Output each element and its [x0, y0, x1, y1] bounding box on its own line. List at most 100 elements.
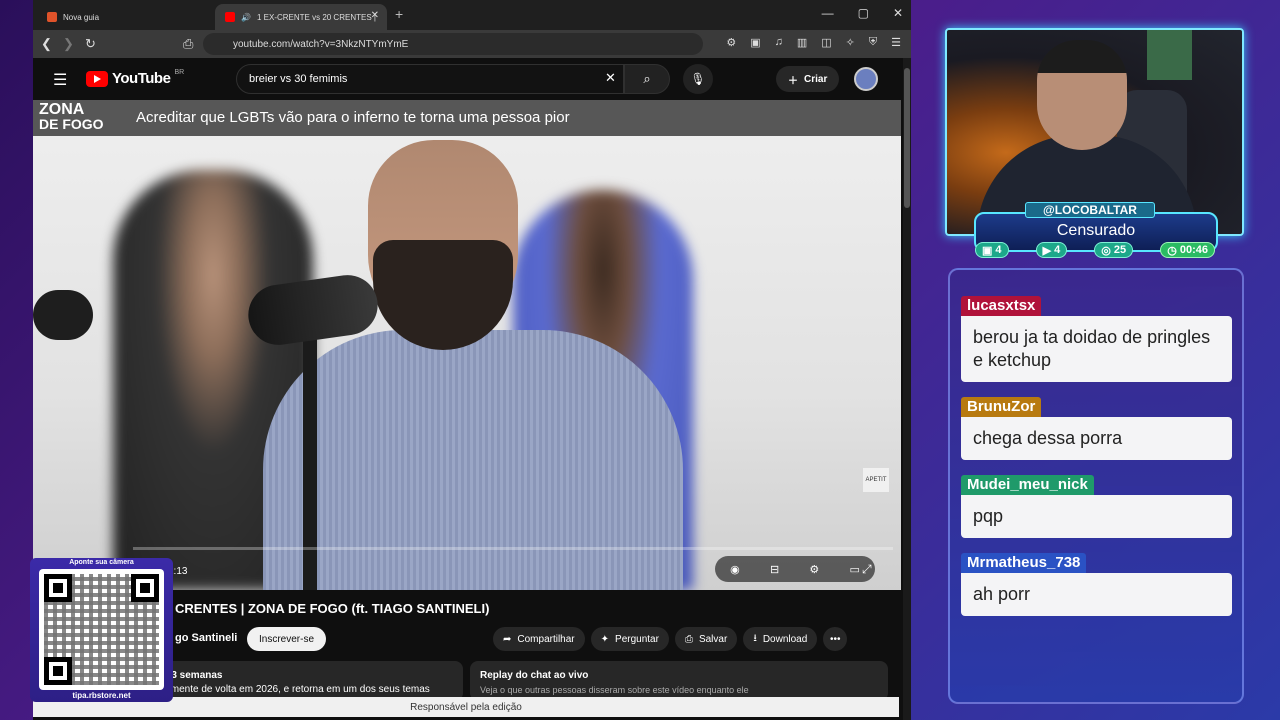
save-button[interactable]: ⎙ Salvar: [674, 627, 738, 651]
guide-menu-icon[interactable]: ☰: [53, 70, 67, 90]
tab-youtube-video[interactable]: 🔊 1 EX-CRENTE vs 20 CRENTES | ZON ✕: [215, 4, 387, 30]
create-button[interactable]: ＋ Criar: [776, 66, 840, 92]
subtitles-icon[interactable]: ⊟: [770, 563, 779, 576]
chat-username: Mrmatheus_738: [961, 553, 1087, 573]
stream-stats: ▣ 4 ▶ 4 ◎ 25 ◷ 00:46: [975, 242, 1215, 258]
toolbar-icons: ⚙ ▣ ♫ ▥ ◫ ✧ ⛨ ☰: [726, 36, 901, 49]
video-actions: ➦ Compartilhar ✦ Perguntar ⎙ Salvar ⭳ Do…: [493, 627, 848, 651]
chat-message: lucasxtsx berou ja ta doidao de pringles…: [961, 296, 1232, 382]
ask-button[interactable]: ✦ Perguntar: [590, 627, 669, 651]
download-icon: ⭳: [753, 632, 757, 644]
tab-label: 1 EX-CRENTE vs 20 CRENTES | ZON: [256, 12, 377, 22]
search-button[interactable]: ⌕: [624, 64, 670, 94]
twitch-icon: ▣: [982, 244, 993, 257]
chat-username: Mudei_meu_nick: [961, 475, 1094, 495]
close-tab-icon[interactable]: ✕: [371, 10, 379, 21]
description-box[interactable]: á 3 semanas almente de volta em 2026, e …: [153, 661, 463, 701]
microphone-stand: [303, 330, 317, 590]
extensions-icon[interactable]: ⚙: [726, 36, 736, 49]
avatar[interactable]: [854, 67, 878, 91]
video-player[interactable]: ZONA DE FOGO Acreditar que LGBTs vão par…: [33, 100, 901, 590]
clock-icon: ◷: [1167, 244, 1177, 257]
url-field[interactable]: youtube.com/watch?v=3NkzNTYmYmE: [203, 33, 703, 55]
video-topic-bar: ZONA DE FOGO Acreditar que LGBTs vão par…: [33, 100, 901, 136]
fullscreen-icon[interactable]: ⤢: [862, 562, 872, 577]
action-label: Perguntar: [615, 633, 659, 645]
logo-text: YouTube: [112, 70, 171, 87]
back-icon[interactable]: ❮: [41, 36, 52, 52]
url-text: youtube.com/watch?v=3NkzNTYmYmE: [233, 38, 409, 50]
search-icon: ⌕: [643, 71, 651, 86]
close-window-button[interactable]: ✕: [893, 6, 903, 20]
settings-icon[interactable]: ⚙: [809, 563, 819, 576]
bookmark-page-icon[interactable]: ⎙: [183, 36, 193, 52]
qr-url: tipa.rbstore.net: [72, 691, 131, 700]
qr-code-panel: Aponte sua câmera tipa.rbstore.net: [30, 558, 173, 702]
page-scrollbar[interactable]: [903, 58, 911, 720]
description-meta: á 3 semanas: [163, 670, 223, 681]
microphone-left: [33, 290, 93, 340]
minimize-button[interactable]: —: [822, 6, 834, 20]
player-controls: ◉ ⊟ ⚙ ▭: [715, 556, 875, 582]
streamer-handle: @LOCOBALTAR: [1025, 202, 1155, 218]
logo-line-1: ZONA: [39, 101, 85, 118]
stream-uptime: ◷ 00:46: [1160, 242, 1215, 258]
subscribe-button[interactable]: Inscrever-se: [247, 627, 327, 651]
brave-icon: [47, 12, 57, 22]
search-input[interactable]: breier vs 30 femimis: [236, 64, 624, 94]
theater-mode-icon[interactable]: ▭: [849, 563, 859, 576]
speaker-icon: 🔊: [241, 12, 251, 22]
channel-watermark[interactable]: APETIT: [863, 468, 889, 492]
autoplay-toggle-icon[interactable]: ◉: [730, 563, 740, 576]
new-tab-button[interactable]: +: [395, 6, 403, 22]
vpn-icon[interactable]: ⛨: [869, 36, 877, 49]
menu-icon[interactable]: ☰: [891, 36, 901, 49]
wallet-icon[interactable]: ◫: [821, 36, 831, 49]
action-label: Compartilhar: [517, 633, 575, 645]
screenshot-icon[interactable]: ▣: [750, 36, 760, 49]
twitch-viewers: ▣ 4: [975, 242, 1009, 258]
tab-bar: Nova guia 🔊 1 EX-CRENTE vs 20 CRENTES | …: [33, 0, 911, 30]
progress-bar[interactable]: [133, 547, 893, 550]
chat-replay-box[interactable]: Replay do chat ao vivo Veja o que outras…: [470, 661, 888, 701]
forward-icon[interactable]: ❯: [63, 36, 74, 52]
description-text: almente de volta em 2026, e retorna em u…: [163, 684, 430, 695]
maximize-button[interactable]: ▢: [858, 6, 869, 20]
leo-icon[interactable]: ✧: [846, 36, 855, 49]
chat-text: pqp: [961, 495, 1232, 538]
sidebar-icon[interactable]: ▥: [797, 36, 807, 49]
chat-username: BrunuZor: [961, 397, 1042, 417]
main-speaker: [263, 140, 683, 590]
youtube-logo[interactable]: YouTube BR: [86, 69, 185, 87]
stat-value: 4: [995, 244, 1002, 256]
stat-value: 25: [1113, 244, 1127, 256]
tab-nova-guia[interactable]: Nova guia: [37, 4, 211, 30]
voice-search-button[interactable]: 🎙: [683, 64, 713, 94]
clear-search-icon[interactable]: ✕: [605, 70, 616, 86]
youtube-icon: ▶: [1042, 244, 1052, 257]
share-icon: ➦: [503, 633, 512, 645]
reload-icon[interactable]: ↻: [85, 36, 96, 52]
channel-name[interactable]: go Santineli: [175, 632, 237, 644]
more-actions-button[interactable]: •••: [823, 627, 848, 651]
logo-line-2: DE FOGO: [39, 116, 104, 132]
action-label: Download: [762, 633, 808, 645]
more-icon: •••: [830, 633, 841, 645]
stat-value: 00:46: [1179, 244, 1208, 256]
download-button[interactable]: ⭳ Download: [743, 627, 818, 651]
chat-text: chega dessa porra: [961, 417, 1232, 460]
sparkle-icon: ✦: [600, 633, 610, 645]
chat-message: Mudei_meu_nick pqp: [961, 475, 1232, 538]
music-icon[interactable]: ♫: [775, 36, 783, 49]
chat-username: lucasxtsx: [961, 296, 1042, 316]
create-label: Criar: [804, 73, 828, 85]
share-button[interactable]: ➦ Compartilhar: [493, 627, 585, 651]
chat-replay-title: Replay do chat ao vivo: [480, 670, 589, 681]
chat-text: berou ja ta doidao de pringles e ketchup: [961, 316, 1232, 382]
chat-message: BrunuZor chega dessa porra: [961, 397, 1232, 460]
address-bar: ❮ ❯ ↻ ⎙ youtube.com/watch?v=3NkzNTYmYmE …: [33, 30, 911, 58]
country-code: BR: [174, 69, 185, 76]
youtube-favicon-icon: [225, 12, 235, 22]
stat-value: 4: [1054, 244, 1061, 256]
video-topic-text: Acreditar que LGBTs vão para o inferno t…: [136, 109, 570, 126]
